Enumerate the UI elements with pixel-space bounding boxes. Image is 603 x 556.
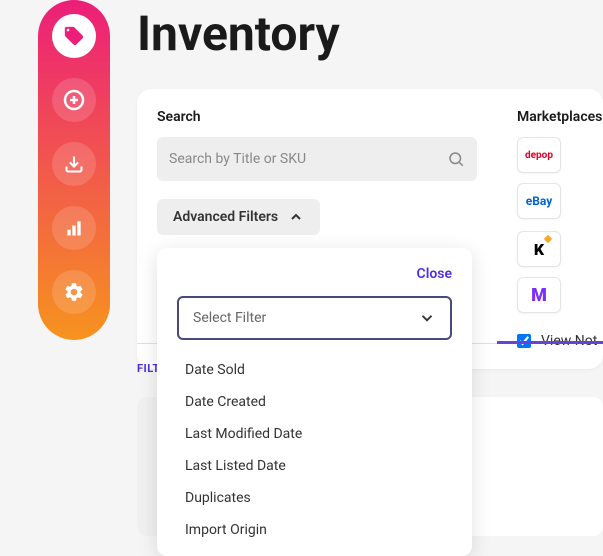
search-label: Search — [157, 109, 477, 125]
search-input[interactable] — [169, 151, 447, 167]
sidebar-nav — [38, 0, 110, 340]
filter-option-last-listed[interactable]: Last Listed Date — [185, 450, 452, 482]
filter-option-duplicates[interactable]: Duplicates — [185, 482, 452, 514]
marketplace-row-2: K M — [517, 231, 602, 313]
marketplace-tile-ebay[interactable]: eBay — [517, 183, 561, 219]
marketplace-tile-m[interactable]: M — [517, 277, 561, 313]
filter-dropdown-panel: Close Select Filter Date Sold Date Creat… — [157, 248, 472, 556]
chart-bar-icon — [64, 218, 84, 238]
marketplace-k-label: K — [534, 240, 544, 259]
search-icon — [447, 150, 465, 168]
sidebar-download-button[interactable] — [52, 142, 96, 186]
advanced-filters-button[interactable]: Advanced Filters — [157, 199, 320, 235]
tag-icon — [63, 25, 85, 47]
marketplace-tile-depop[interactable]: depop — [517, 137, 561, 173]
k-accent-icon — [544, 235, 552, 243]
marketplace-tile-k[interactable]: K — [517, 231, 561, 267]
sidebar-tag-button[interactable] — [52, 14, 96, 58]
sidebar-settings-button[interactable] — [52, 270, 96, 314]
marketplaces-label: Marketplaces — [517, 109, 602, 125]
tab-indicator — [497, 341, 603, 344]
sidebar-analytics-button[interactable] — [52, 206, 96, 250]
search-input-wrap — [157, 137, 477, 181]
plus-circle-icon — [62, 88, 86, 112]
filter-option-import-origin[interactable]: Import Origin — [185, 514, 452, 546]
chevron-down-icon — [418, 309, 436, 327]
gear-icon — [63, 281, 85, 303]
marketplaces-section: Marketplaces depop eBay K M View Not — [517, 109, 602, 349]
filter-options-list: Date Sold Date Created Last Modified Dat… — [177, 350, 452, 556]
advanced-filters-label: Advanced Filters — [173, 209, 278, 225]
page-title: Inventory — [137, 5, 340, 62]
close-button[interactable]: Close — [177, 266, 452, 282]
chevron-up-icon — [288, 209, 304, 225]
filter-option-last-modified[interactable]: Last Modified Date — [185, 418, 452, 450]
filter-option-date-sold[interactable]: Date Sold — [185, 354, 452, 386]
sidebar-add-button[interactable] — [52, 78, 96, 122]
select-filter-placeholder: Select Filter — [193, 310, 266, 326]
select-filter-dropdown[interactable]: Select Filter — [177, 296, 452, 340]
marketplace-row-1: depop eBay — [517, 137, 602, 219]
filter-option-date-created[interactable]: Date Created — [185, 386, 452, 418]
download-icon — [64, 154, 84, 174]
